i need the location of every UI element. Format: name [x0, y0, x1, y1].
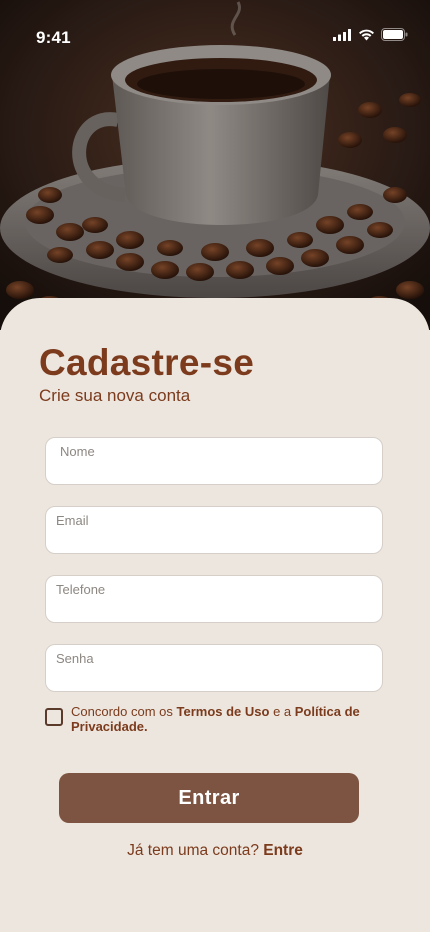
- submit-button[interactable]: Entrar: [59, 773, 359, 823]
- email-field[interactable]: Email: [45, 506, 383, 554]
- wifi-icon: [358, 28, 375, 46]
- login-link[interactable]: Entre: [263, 842, 303, 859]
- password-input[interactable]: [56, 665, 372, 687]
- terms-text: Concordo com os Termos de Uso e a Políti…: [71, 704, 381, 734]
- terms-middle: e a: [269, 704, 295, 719]
- name-field[interactable]: Nome: [45, 437, 383, 485]
- page-subtitle: Crie sua nova conta: [39, 386, 191, 405]
- battery-icon: [381, 28, 408, 46]
- terms-of-use-link[interactable]: Termos de Uso: [177, 704, 270, 719]
- status-time: 9:41: [36, 28, 71, 47]
- password-field-label: Senha: [56, 651, 94, 666]
- terms-prefix: Concordo com os: [71, 704, 177, 719]
- signup-card: Cadastre-se Crie sua nova conta Nome Ema…: [0, 298, 430, 932]
- terms-checkbox[interactable]: [45, 708, 63, 726]
- email-field-label: Email: [56, 513, 89, 528]
- name-field-label: Nome: [60, 444, 95, 459]
- name-input[interactable]: [56, 458, 372, 480]
- email-input[interactable]: [56, 527, 372, 549]
- page-title: Cadastre-se: [39, 342, 255, 383]
- cellular-signal-icon: [333, 28, 352, 46]
- status-icons: [333, 28, 408, 46]
- signup-screen: 9:41 Cadastre-se Crie sua nova conta Nom…: [0, 0, 430, 932]
- status-bar: 9:41: [0, 0, 430, 70]
- login-prompt-text: Já tem uma conta?: [127, 842, 264, 859]
- phone-field-label: Telefone: [56, 582, 106, 597]
- phone-field[interactable]: Telefone: [45, 575, 383, 623]
- login-prompt: Já tem uma conta? Entre: [0, 842, 430, 860]
- password-field[interactable]: Senha: [45, 644, 383, 692]
- phone-input[interactable]: [56, 596, 372, 618]
